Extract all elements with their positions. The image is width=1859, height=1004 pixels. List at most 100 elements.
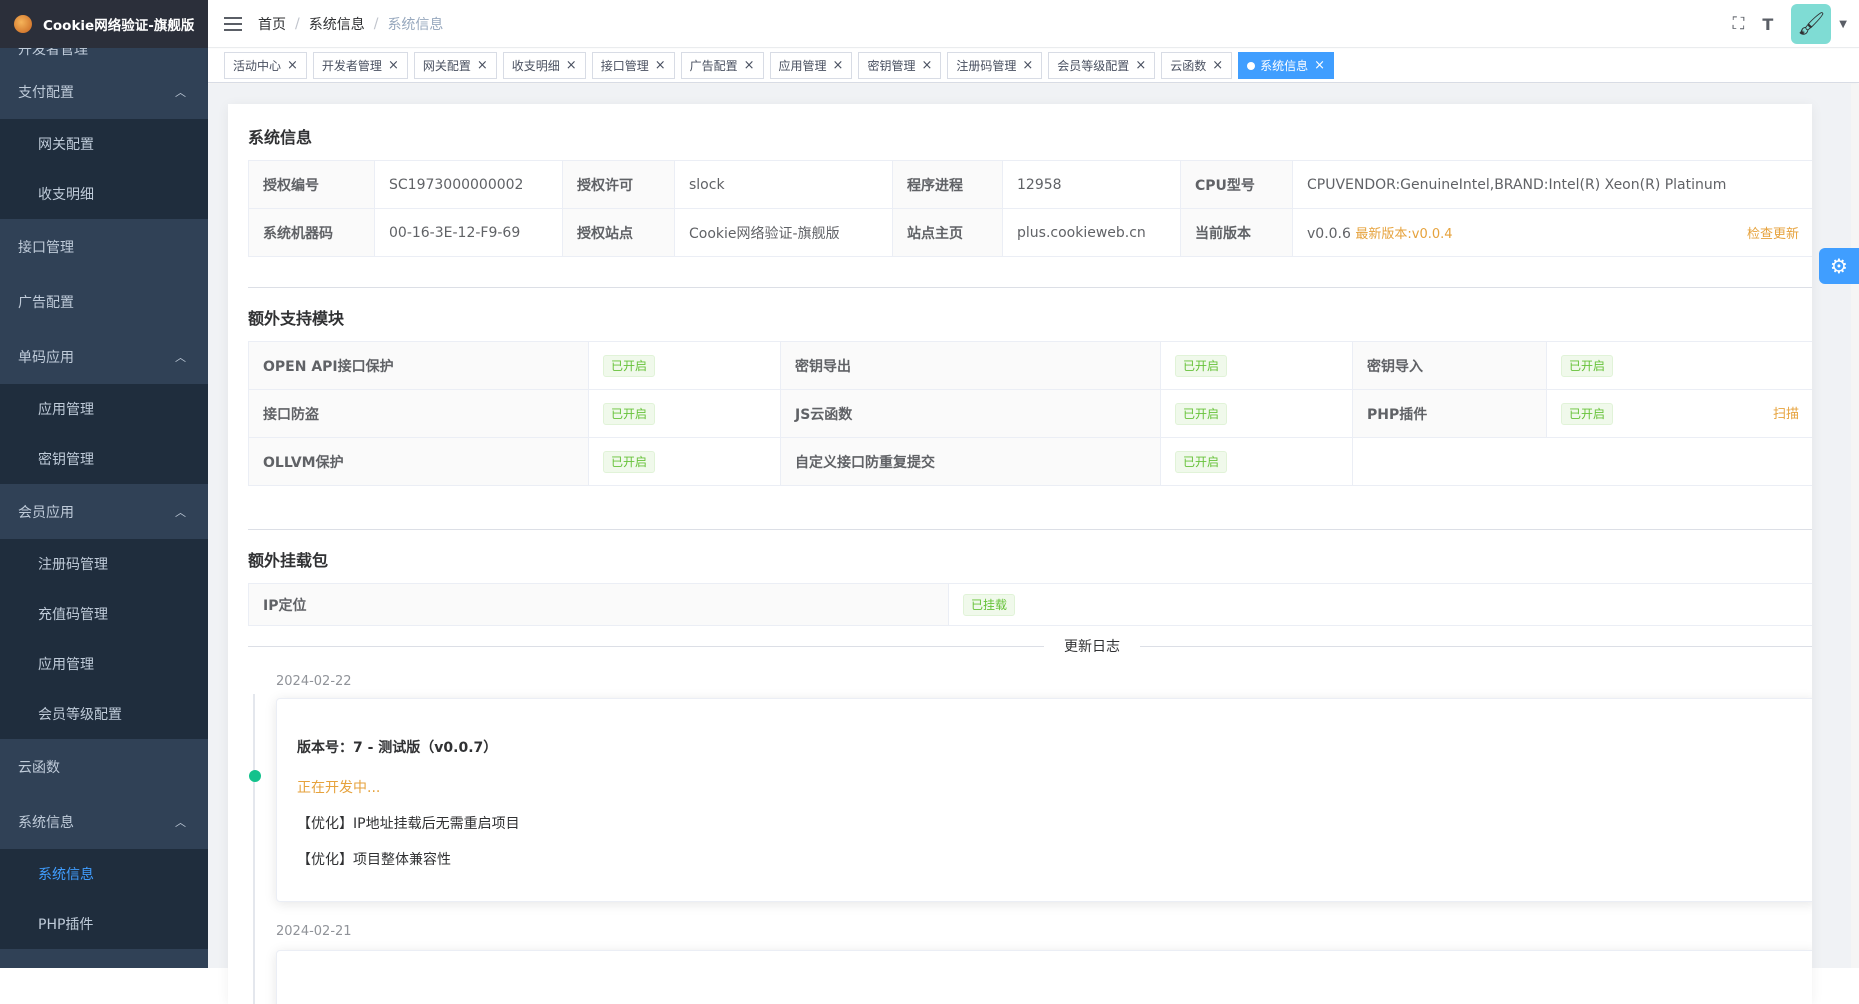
sidebar-item-member-level[interactable]: 会员等级配置 (0, 689, 208, 739)
sidebar-item-label: PHP插件 (38, 914, 93, 934)
tag-item[interactable]: 接口管理× (592, 52, 675, 79)
sidebar-item-member-app-manage[interactable]: 应用管理 (0, 639, 208, 689)
close-icon[interactable]: × (566, 58, 577, 73)
close-icon[interactable]: × (921, 58, 932, 73)
sidebar-item-ads[interactable]: 广告配置 (0, 274, 208, 329)
sidebar-item-label: 支付配置 (18, 82, 74, 102)
section-divider (248, 529, 1812, 530)
tag-label: 云函数 (1170, 57, 1206, 74)
tag-label: 开发者管理 (322, 57, 382, 74)
changelog-card (276, 950, 1812, 1004)
tag-item[interactable]: 开发者管理 × (313, 52, 408, 79)
sidebar-item-app-manage[interactable]: 应用管理 (0, 384, 208, 434)
tag-item[interactable]: 系统信息 × (1238, 52, 1334, 79)
sidebar-item-label: 会员等级配置 (38, 704, 122, 724)
breadcrumb-current: 系统信息 (387, 14, 443, 34)
close-icon[interactable]: × (1022, 58, 1033, 73)
tag-item[interactable]: 活动中心× (224, 52, 307, 79)
close-icon[interactable]: × (744, 58, 755, 73)
sidebar-item-api[interactable]: 接口管理 (0, 219, 208, 274)
module-label: PHP插件 (1353, 390, 1547, 438)
status-badge: 已开启 (603, 451, 655, 473)
label-cpu: CPU型号 (1181, 161, 1293, 209)
package-status: 已挂载 (949, 584, 1813, 626)
sidebar-group-member-app[interactable]: 会员应用 ︿ (0, 484, 208, 539)
sidebar-item-ledger[interactable]: 收支明细 (0, 169, 208, 219)
label-license: 授权许可 (563, 161, 675, 209)
tag-item[interactable]: 应用管理× (770, 52, 853, 79)
changelog-card: 版本号：7 - 测试版（v0.0.7） 正在开发中... 【优化】IP地址挂载后… (276, 698, 1812, 902)
sidebar-item-cloud-func[interactable]: 云函数 (0, 739, 208, 794)
close-icon[interactable]: × (1135, 58, 1146, 73)
tag-item[interactable]: 广告配置× (681, 52, 764, 79)
module-status: 已开启 (589, 390, 781, 438)
breadcrumb-home[interactable]: 首页 (258, 14, 286, 34)
changelog-line: 【优化】项目整体兼容性 (297, 849, 451, 869)
cookie-logo-icon (14, 15, 32, 33)
status-badge: 已开启 (1175, 355, 1227, 377)
close-icon[interactable]: × (388, 58, 399, 73)
close-icon[interactable]: × (1314, 58, 1325, 73)
timeline-date: 2024-02-21 (276, 924, 352, 939)
tag-item[interactable]: 密钥管理 × (858, 52, 941, 79)
chevron-up-icon: ︿ (175, 504, 186, 520)
module-label: JS云函数 (781, 390, 1161, 438)
sidebar-group-payment[interactable]: 支付配置 ︿ (0, 64, 208, 119)
sidebar-item-partial[interactable]: 开发者管理 (0, 48, 208, 64)
sidebar: Cookie网络验证-旗舰版 开发者管理 支付配置 ︿ 网关配置 收支明细 接口… (0, 0, 208, 968)
modules-title: 额外支持模块 (248, 305, 344, 329)
sidebar-toggle-icon[interactable] (224, 17, 242, 31)
sidebar-item-php-plugin[interactable]: PHP插件 (0, 899, 208, 949)
sidebar-item-label: 应用管理 (38, 654, 94, 674)
app-logo[interactable]: Cookie网络验证-旗舰版 (0, 0, 208, 48)
sidebar-group-single-app[interactable]: 单码应用 ︿ (0, 329, 208, 384)
sysinfo-table: 授权编号 SC1973000000002 授权许可 slock 程序进程 129… (248, 160, 1812, 257)
sidebar-item-key-manage[interactable]: 密钥管理 (0, 434, 208, 484)
tag-label: 网关配置 (423, 57, 471, 74)
chevron-up-icon: ︿ (175, 349, 186, 365)
sidebar-item-regcode[interactable]: 注册码管理 (0, 539, 208, 589)
sidebar-item-label: 接口管理 (18, 237, 74, 257)
close-icon[interactable]: × (655, 58, 666, 73)
tag-item[interactable]: 云函数 × (1161, 52, 1232, 79)
avatar[interactable]: 🖌 (1791, 4, 1831, 44)
value-license: slock (675, 161, 893, 209)
sidebar-group-sysinfo[interactable]: 系统信息 ︿ (0, 794, 208, 849)
settings-gear-icon[interactable]: ⚙ (1819, 248, 1859, 284)
tag-item[interactable]: 网关配置 × (414, 52, 497, 79)
sidebar-item-gateway[interactable]: 网关配置 (0, 119, 208, 169)
chevron-up-icon: ︿ (175, 814, 186, 830)
tag-item[interactable]: 会员等级配置× (1048, 52, 1155, 79)
status-badge: 已开启 (603, 403, 655, 425)
close-icon[interactable]: × (287, 58, 298, 73)
tag-label: 密钥管理 (867, 57, 915, 74)
value-auth-no: SC1973000000002 (375, 161, 563, 209)
packages-title: 额外挂载包 (248, 547, 328, 571)
status-badge: 已开启 (1561, 403, 1613, 425)
changelog-version: 版本号：7 - 测试版（v0.0.7） (297, 737, 497, 757)
breadcrumb-separator: / (374, 16, 379, 32)
font-size-icon[interactable]: T (1762, 15, 1773, 34)
tag-label: 系统信息 (1260, 57, 1308, 74)
breadcrumb-sysinfo[interactable]: 系统信息 (309, 14, 365, 34)
sidebar-item-label: 广告配置 (18, 292, 74, 312)
page-scrollbar[interactable] (1851, 84, 1859, 968)
tag-item[interactable]: 收支明细 × (503, 52, 586, 79)
tag-item[interactable]: 注册码管理× (947, 52, 1042, 79)
sidebar-item-sysinfo[interactable]: 系统信息 (0, 849, 208, 899)
module-status: 已开启 (589, 438, 781, 486)
close-icon[interactable]: × (833, 58, 844, 73)
check-update-link[interactable]: 检查更新 (1747, 223, 1799, 242)
label-version: 当前版本 (1181, 209, 1293, 257)
active-dot-icon (1247, 62, 1255, 70)
close-icon[interactable]: × (477, 58, 488, 73)
empty-cell (1353, 438, 1813, 486)
tag-label: 收支明细 (512, 57, 560, 74)
close-icon[interactable]: × (1212, 58, 1223, 73)
label-auth-no: 授权编号 (249, 161, 375, 209)
sidebar-item-rechargecode[interactable]: 充值码管理 (0, 589, 208, 639)
scan-link[interactable]: 扫描 (1773, 403, 1799, 422)
package-label: IP定位 (249, 584, 949, 626)
fullscreen-icon[interactable]: ⛶ (1732, 14, 1744, 34)
caret-down-icon[interactable]: ▼ (1839, 19, 1847, 30)
